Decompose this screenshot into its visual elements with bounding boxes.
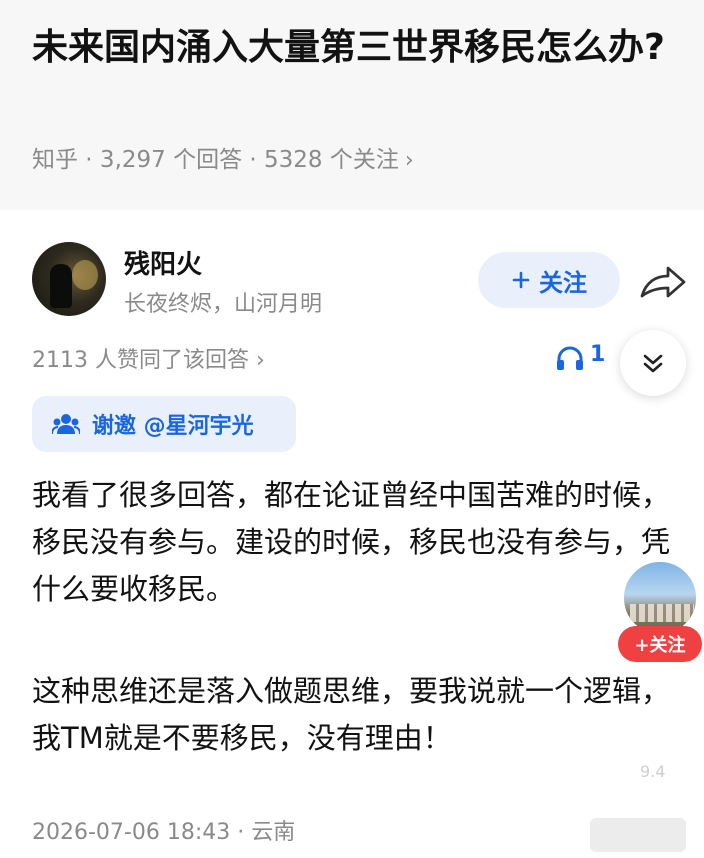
answer-paragraph: 我看了很多回答，都在论证曾经中国苦难的时候，移民没有参与。建设的时候，移民也没有…: [32, 478, 671, 606]
follow-label: 关注: [539, 268, 587, 297]
collapse-button[interactable]: [620, 330, 686, 396]
avatar-cityscape: [630, 604, 694, 622]
headphones-icon[interactable]: [555, 344, 585, 372]
answer-timestamp: 2026-07-06 18:43 · 云南: [32, 820, 296, 845]
chevron-right-icon: ›: [404, 148, 414, 173]
author-avatar[interactable]: [32, 242, 106, 316]
floating-follow-button[interactable]: +关注: [618, 626, 702, 662]
share-icon[interactable]: [638, 262, 688, 302]
likes-text: 2113 人赞同了该回答: [32, 348, 249, 373]
listen-count: 1: [590, 342, 606, 367]
double-chevron-down-icon: [643, 354, 663, 373]
likes-summary[interactable]: 2113 人赞同了该回答 ›: [32, 342, 265, 374]
plus-icon: [512, 271, 530, 289]
question-meta-text: 知乎 · 3,297 个回答 · 5328 个关注: [32, 147, 399, 173]
author-bio: 长夜终烬，山河月明: [124, 292, 323, 317]
chevron-right-icon: ›: [255, 348, 265, 373]
answer-paragraph: 这种思维还是落入做题思维，要我说就一个逻辑，我TM就是不要移民，没有理由！: [32, 674, 671, 755]
question-header: 未来国内涌入大量第三世界移民怎么办? 知乎 · 3,297 个回答 · 5328…: [0, 0, 704, 210]
avatar-glow: [72, 260, 98, 290]
invite-text: 谢邀 @星河宇光: [92, 414, 254, 439]
question-title[interactable]: 未来国内涌入大量第三世界移民怎么办?: [32, 18, 672, 78]
floating-avatar[interactable]: [622, 560, 698, 636]
floating-count: 9.4: [640, 762, 666, 781]
follow-button[interactable]: 关注: [478, 252, 620, 308]
avatar-figure: [50, 264, 72, 308]
invite-icon: [52, 414, 80, 435]
invite-pill[interactable]: 谢邀 @星河宇光: [32, 396, 296, 452]
author-name[interactable]: 残阳火: [124, 244, 202, 281]
question-meta[interactable]: 知乎 · 3,297 个回答 · 5328 个关注 ›: [32, 140, 414, 174]
watermark: [590, 818, 686, 852]
